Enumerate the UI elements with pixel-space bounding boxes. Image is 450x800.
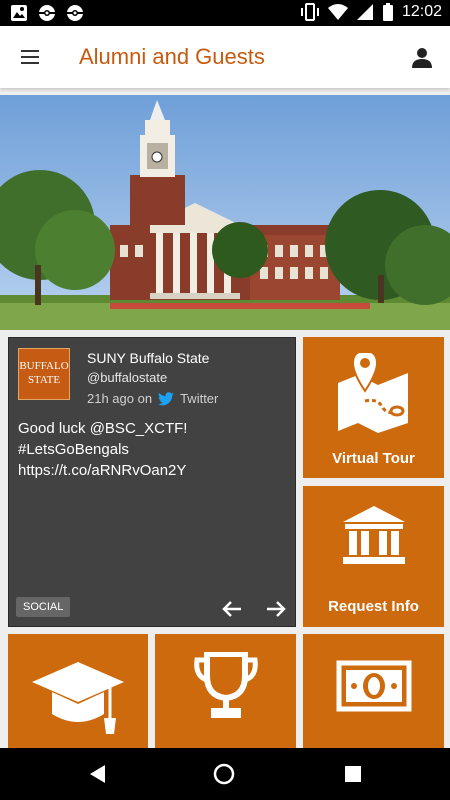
post-source: Twitter — [180, 391, 219, 406]
post-line: Good luck @BSC_XCTF! — [18, 420, 188, 437]
post-line: #LetsGoBengals — [18, 441, 129, 458]
pokeball-notification-icon — [67, 5, 83, 21]
athletics-tile[interactable] — [155, 634, 296, 748]
hamburger-menu-icon[interactable] — [20, 47, 40, 67]
hero-campus-image — [0, 95, 450, 330]
request-info-label: Request Info — [328, 598, 419, 615]
battery-icon — [382, 3, 393, 21]
vibrate-icon — [300, 3, 319, 21]
bank-building-icon — [343, 506, 405, 564]
next-arrow-icon[interactable] — [265, 598, 287, 620]
post-meta: 21h ago on Twitter — [87, 391, 218, 406]
social-post-card[interactable]: BUFFALO STATE SUNY Buffalo State @buffalo… — [8, 337, 296, 627]
signal-icon — [356, 4, 373, 20]
trophy-icon — [194, 652, 258, 718]
photo-notification-icon — [11, 5, 27, 21]
back-icon[interactable] — [87, 763, 109, 785]
account-icon[interactable] — [410, 45, 434, 69]
graduation-cap-icon — [32, 662, 124, 734]
map-pin-icon — [338, 353, 408, 433]
page-title: Alumni and Guests — [79, 44, 265, 69]
home-icon[interactable] — [213, 763, 235, 785]
graduation-tile[interactable] — [8, 634, 148, 748]
buffalo-state-logo: BUFFALO STATE — [18, 348, 70, 400]
system-nav-bar — [0, 748, 450, 800]
wifi-icon — [327, 4, 348, 20]
request-info-tile[interactable]: Request Info — [303, 486, 444, 627]
app-bar: Alumni and Guests — [0, 26, 450, 88]
social-tag-badge: SOCIAL — [16, 597, 71, 617]
post-line[interactable]: https://t.co/aRNRvOan2Y — [18, 460, 283, 481]
post-author-name: SUNY Buffalo State — [87, 350, 210, 366]
previous-arrow-icon[interactable] — [221, 598, 243, 620]
post-time: 21h ago on — [87, 391, 153, 406]
post-body: Good luck @BSC_XCTF! #LetsGoBengals http… — [18, 418, 283, 481]
status-bar: 12:02 — [0, 0, 450, 26]
virtual-tour-tile[interactable]: Virtual Tour — [303, 337, 444, 478]
post-author-handle: @buffalostate — [87, 370, 168, 385]
recents-icon[interactable] — [342, 763, 364, 785]
twitter-icon — [158, 391, 175, 405]
giving-tile[interactable] — [303, 634, 444, 748]
clock: 12:02 — [401, 3, 442, 20]
virtual-tour-label: Virtual Tour — [332, 450, 415, 467]
dollar-bill-icon — [336, 660, 412, 712]
pokeball-notification-icon — [39, 5, 55, 21]
